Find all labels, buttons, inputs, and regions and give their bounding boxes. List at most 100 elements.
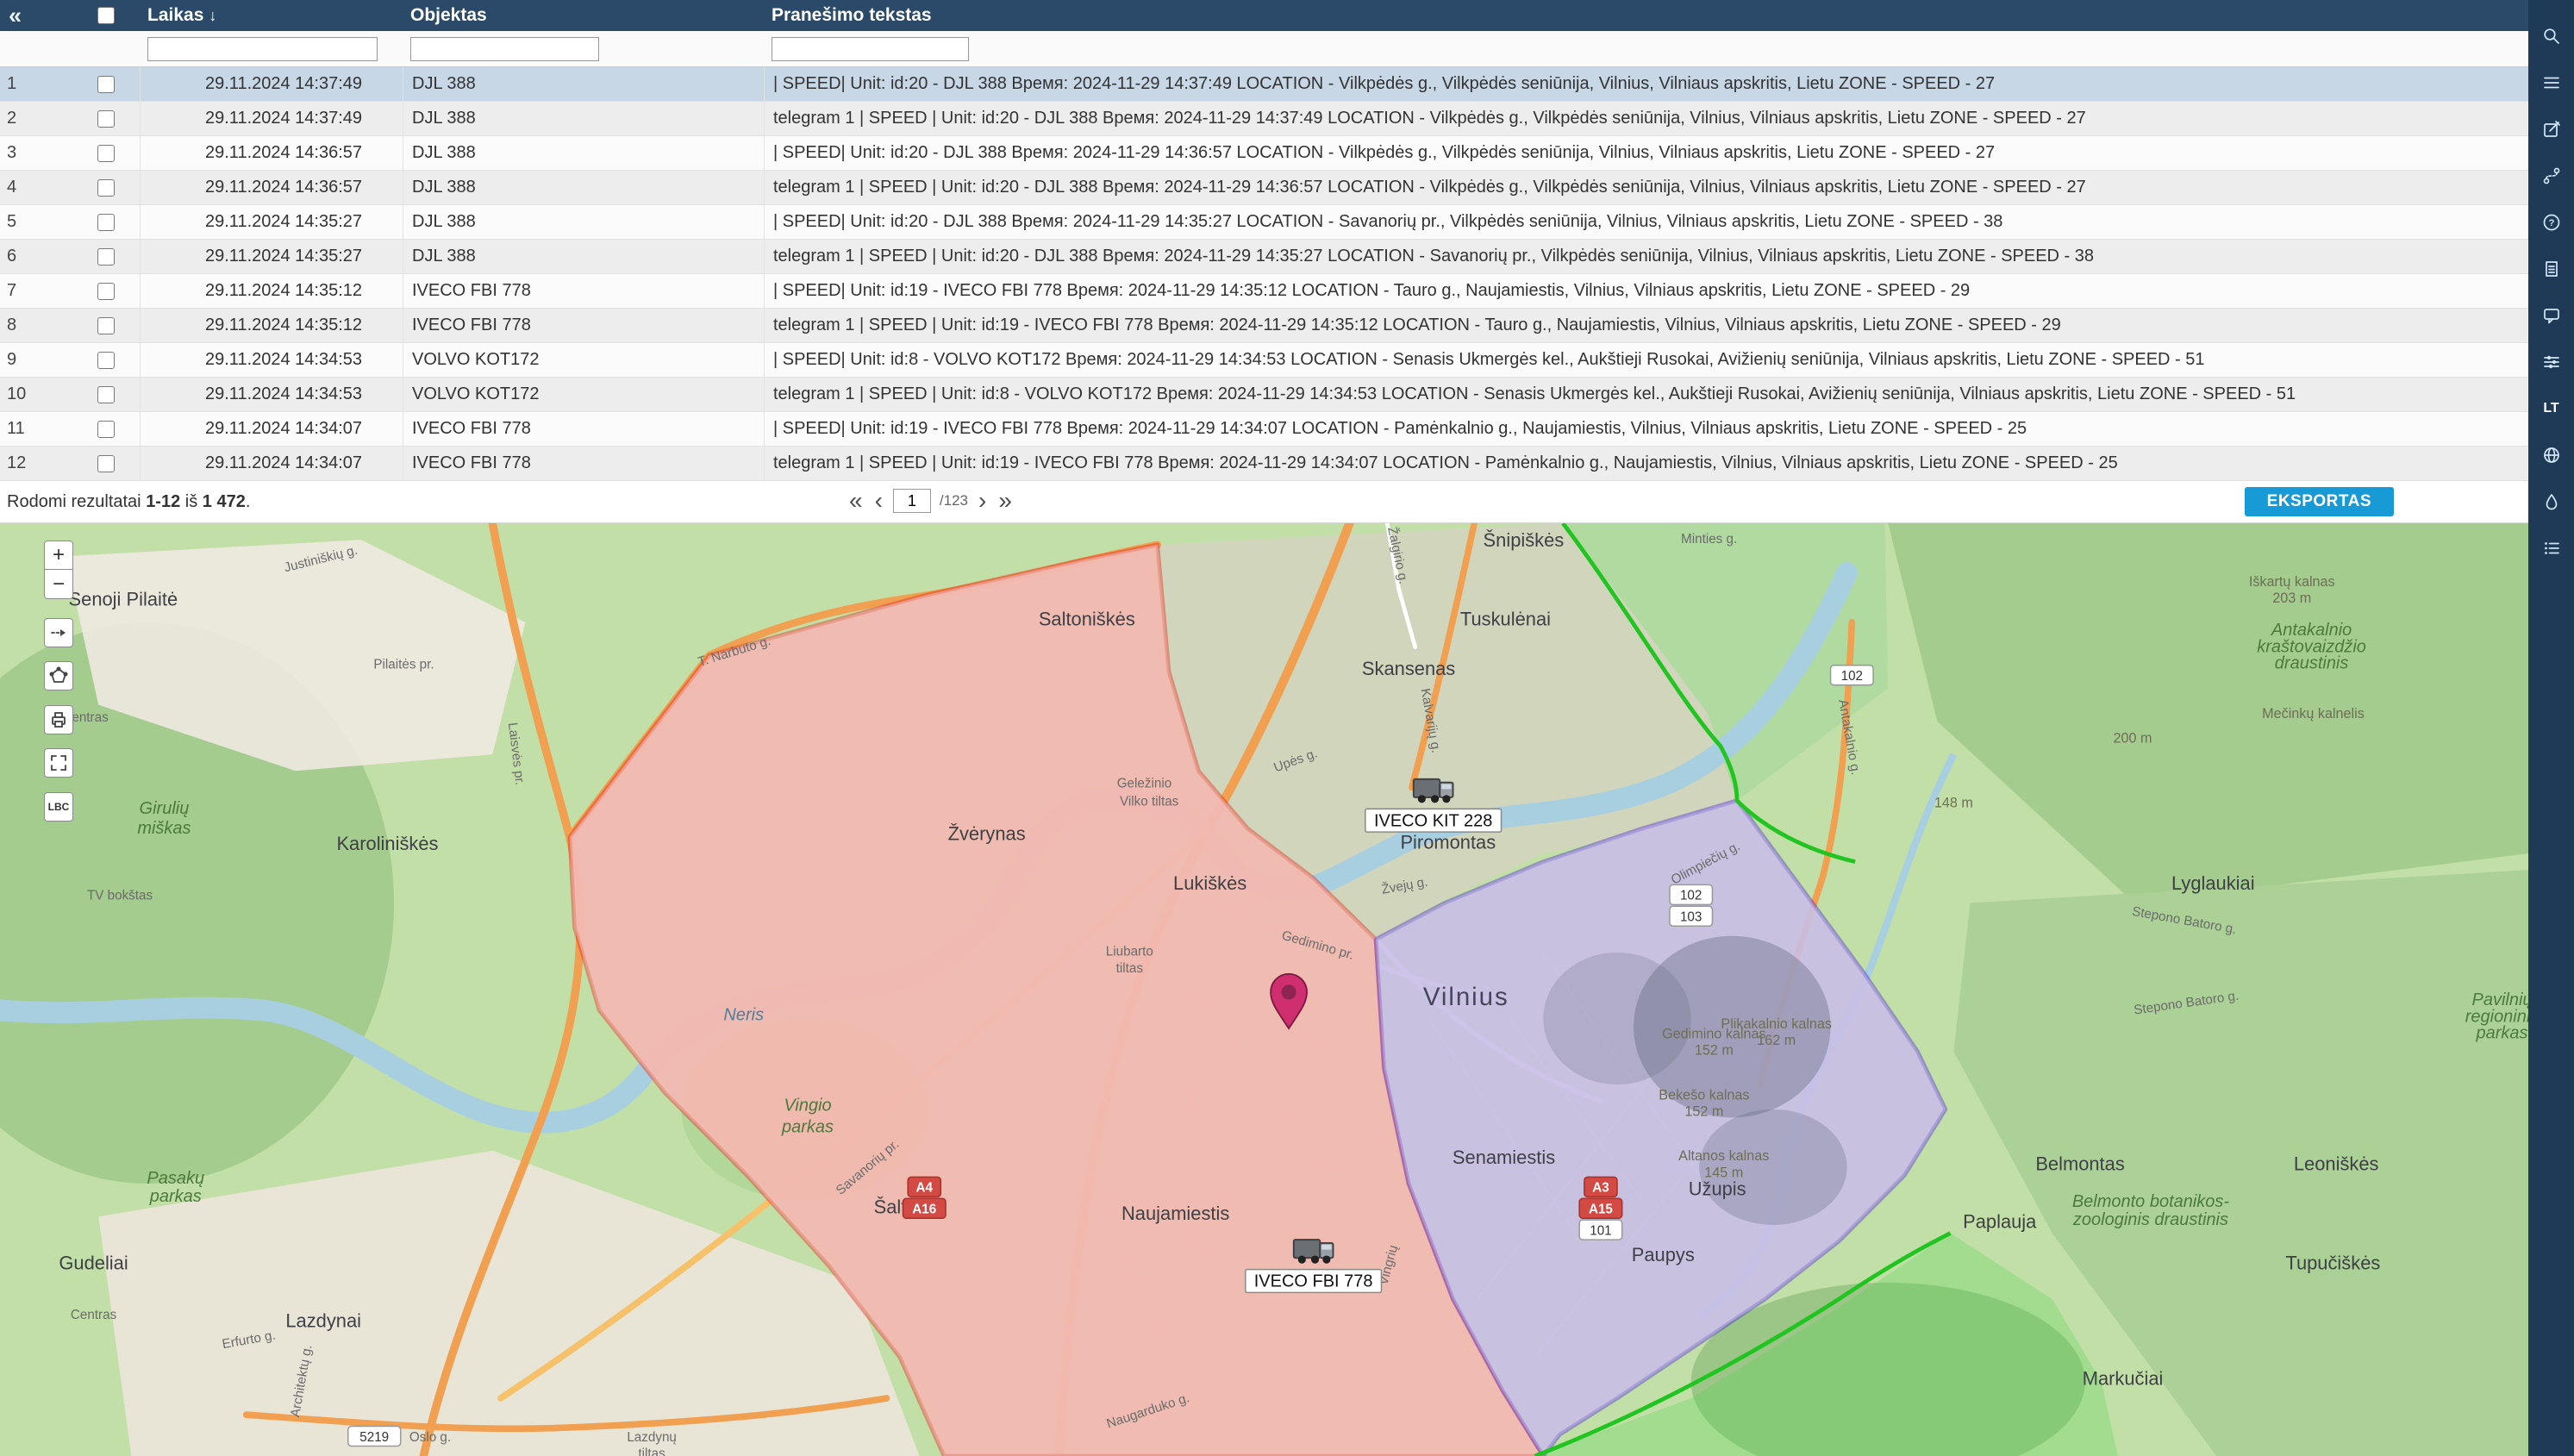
filter-tekstas-input[interactable] <box>772 37 969 61</box>
map-label: Saltoniškės <box>1039 609 1135 630</box>
map-label: tiltas <box>1116 961 1144 976</box>
print-map-button[interactable] <box>44 705 73 734</box>
drop-icon[interactable] <box>2537 487 2566 516</box>
road-shield: A16 <box>903 1198 947 1218</box>
row-checkbox[interactable] <box>97 317 115 334</box>
map-label: Belmonto botanikos- <box>2072 1192 2230 1211</box>
row-checkbox-cell <box>82 352 140 369</box>
svg-text:A3: A3 <box>1592 1181 1609 1196</box>
table-row[interactable]: 1029.11.2024 14:34:53VOLVO KOT172telegra… <box>0 378 2528 412</box>
prev-page-button[interactable]: ‹ <box>873 486 884 516</box>
globe-icon[interactable] <box>2537 441 2566 470</box>
map-label: parkas <box>149 1187 202 1206</box>
map-label: Paupys <box>1632 1244 1695 1265</box>
row-number: 11 <box>0 419 82 439</box>
row-message: | SPEED| Unit: id:20 - DJL 388 Время: 20… <box>764 67 2528 101</box>
filters-icon[interactable] <box>2537 347 2566 377</box>
collapse-panel-button[interactable]: « <box>0 3 82 29</box>
export-button[interactable]: EKSPORTAS <box>2245 487 2394 516</box>
right-sidebar: ? LT <box>2528 0 2574 1456</box>
table-row[interactable]: 629.11.2024 14:35:27DJL 388telegram 1 | … <box>0 240 2528 274</box>
row-time: 29.11.2024 14:37:49 <box>140 67 403 101</box>
edit-icon[interactable] <box>2537 115 2566 144</box>
first-page-button[interactable]: « <box>847 486 865 516</box>
sort-desc-icon[interactable]: ↓ <box>209 7 216 24</box>
row-number: 12 <box>0 453 82 473</box>
map-svg[interactable]: VilniusSenoji PilaitėKaroliniškėsŽvėryna… <box>0 523 2528 1456</box>
row-time: 29.11.2024 14:35:12 <box>140 309 403 342</box>
row-checkbox-cell <box>82 76 140 93</box>
filter-objektas-input[interactable] <box>410 37 599 61</box>
row-checkbox[interactable] <box>97 110 115 128</box>
map-label: 162 m <box>1757 1033 1796 1048</box>
row-message: telegram 1 | SPEED | Unit: id:19 - IVECO… <box>764 309 2528 342</box>
map-label: Lazdynai <box>285 1310 361 1332</box>
table-row[interactable]: 129.11.2024 14:37:49DJL 388| SPEED| Unit… <box>0 67 2528 102</box>
table-row[interactable]: 729.11.2024 14:35:12IVECO FBI 778| SPEED… <box>0 274 2528 309</box>
search-icon[interactable] <box>2537 22 2566 51</box>
row-checkbox-cell <box>82 421 140 438</box>
fullscreen-button[interactable] <box>44 748 73 778</box>
select-all-checkbox[interactable] <box>97 7 115 24</box>
row-time: 29.11.2024 14:35:27 <box>140 240 403 273</box>
road-shield: 101 <box>1579 1220 1622 1240</box>
row-checkbox[interactable] <box>97 421 115 438</box>
last-page-button[interactable]: » <box>996 486 1014 516</box>
table-row[interactable]: 329.11.2024 14:36:57DJL 388| SPEED| Unit… <box>0 136 2528 171</box>
row-time: 29.11.2024 14:34:53 <box>140 343 403 377</box>
page-number-input[interactable] <box>893 489 931 513</box>
row-checkbox-cell <box>82 145 140 162</box>
svg-text:101: 101 <box>1590 1223 1611 1238</box>
map-label: Tupučiškės <box>2285 1253 2380 1274</box>
table-row[interactable]: 529.11.2024 14:35:27DJL 388| SPEED| Unit… <box>0 205 2528 240</box>
row-checkbox[interactable] <box>97 214 115 231</box>
main-panel: « Laikas↓ Objektas Pranešimo tekstas 129… <box>0 0 2528 1456</box>
table-row[interactable]: 1229.11.2024 14:34:07IVECO FBI 778telegr… <box>0 447 2528 481</box>
row-time: 29.11.2024 14:37:49 <box>140 102 403 135</box>
map-label: Bekešo kalnas <box>1659 1087 1749 1103</box>
table-row[interactable]: 229.11.2024 14:37:49DJL 388telegram 1 | … <box>0 102 2528 136</box>
row-checkbox[interactable] <box>97 352 115 369</box>
filter-laikas-input[interactable] <box>147 37 378 61</box>
row-time: 29.11.2024 14:34:07 <box>140 412 403 446</box>
row-checkbox[interactable] <box>97 455 115 472</box>
table-row[interactable]: 429.11.2024 14:36:57DJL 388telegram 1 | … <box>0 171 2528 205</box>
map-canvas[interactable]: VilniusSenoji PilaitėKaroliniškėsŽvėryna… <box>0 523 2528 1456</box>
route-icon[interactable] <box>2537 161 2566 191</box>
menu-icon[interactable] <box>2537 68 2566 97</box>
row-checkbox[interactable] <box>97 76 115 93</box>
message-icon[interactable] <box>2537 301 2566 330</box>
map-label: Oslo g. <box>409 1430 451 1445</box>
row-checkbox-cell <box>82 110 140 128</box>
column-header-objektas[interactable]: Objektas <box>403 5 764 26</box>
map-label: Tuskulėnai <box>1460 609 1551 630</box>
draw-polygon-button[interactable] <box>44 661 73 691</box>
map-label: Lyglaukiai <box>2171 872 2255 894</box>
row-number: 6 <box>0 247 82 266</box>
language-label[interactable]: LT <box>2537 394 2566 423</box>
row-number: 3 <box>0 143 82 163</box>
table-row[interactable]: 829.11.2024 14:35:12IVECO FBI 778telegra… <box>0 309 2528 343</box>
table-row[interactable]: 929.11.2024 14:34:53VOLVO KOT172| SPEED|… <box>0 343 2528 378</box>
measure-route-button[interactable] <box>44 618 73 647</box>
row-number: 9 <box>0 350 82 370</box>
lbc-layer-button[interactable]: LBC <box>44 792 73 822</box>
document-icon[interactable] <box>2537 254 2566 284</box>
list-icon[interactable] <box>2537 534 2566 563</box>
row-time: 29.11.2024 14:34:53 <box>140 378 403 411</box>
column-header-pranesimo-tekstas[interactable]: Pranešimo tekstas <box>764 5 2528 26</box>
map-label: Piromontas <box>1400 831 1496 853</box>
row-checkbox[interactable] <box>97 145 115 162</box>
row-checkbox[interactable] <box>97 179 115 197</box>
row-checkbox[interactable] <box>97 283 115 300</box>
zoom-out-button[interactable]: − <box>44 570 73 599</box>
zoom-in-button[interactable]: + <box>44 541 73 570</box>
help-icon[interactable]: ? <box>2537 208 2566 237</box>
row-checkbox[interactable] <box>97 248 115 266</box>
next-page-button[interactable]: › <box>977 486 988 516</box>
table-row[interactable]: 1129.11.2024 14:34:07IVECO FBI 778| SPEE… <box>0 412 2528 447</box>
map-label: Minties g. <box>1681 532 1737 547</box>
row-checkbox[interactable] <box>97 386 115 403</box>
column-header-laikas[interactable]: Laikas↓ <box>140 5 403 26</box>
svg-text:102: 102 <box>1841 669 1863 684</box>
